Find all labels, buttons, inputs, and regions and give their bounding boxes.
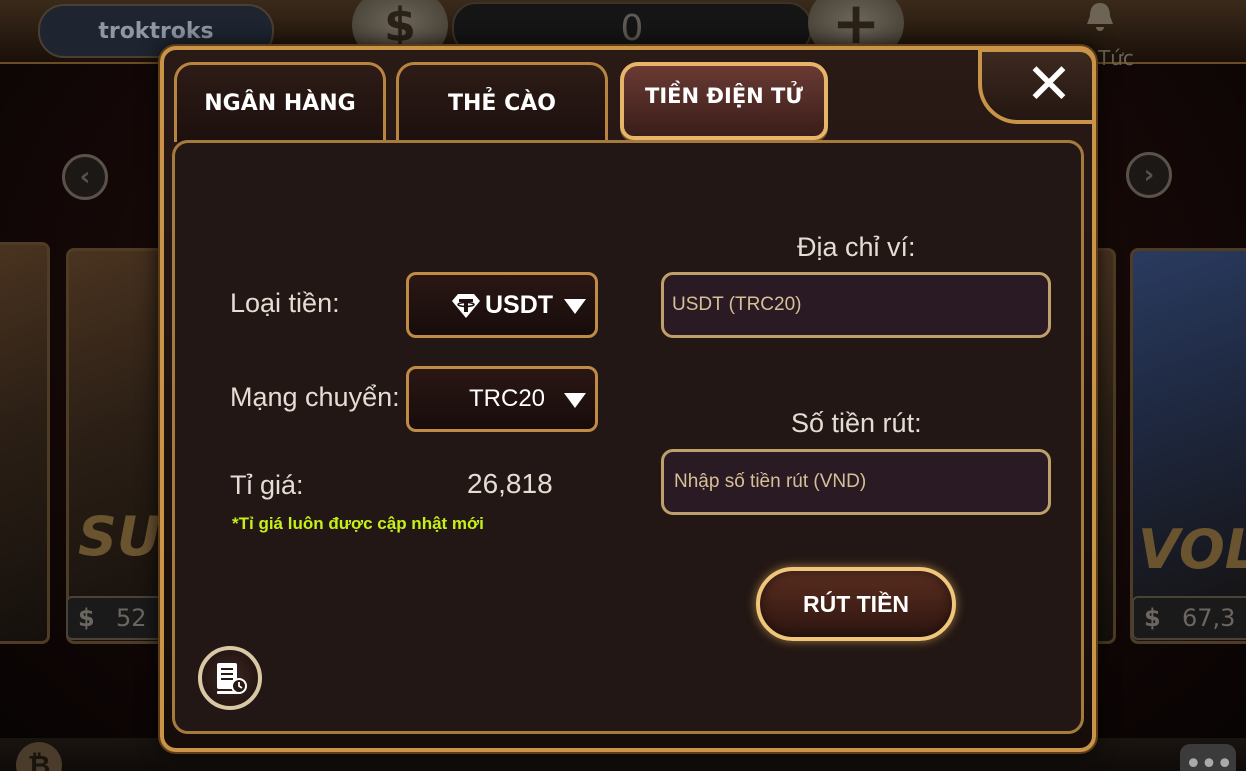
rate-label: Tỉ giá:	[230, 470, 304, 500]
prev-arrow-button[interactable]: ‹	[62, 154, 108, 200]
tether-icon	[452, 294, 480, 318]
dollar-icon: $	[78, 604, 95, 632]
network-label: Mạng chuyển:	[230, 382, 400, 412]
game-card[interactable]	[1130, 248, 1246, 644]
news-label[interactable]: Tức	[1098, 46, 1134, 70]
rate-note: *Tỉ giá luôn được cập nhật mới	[232, 514, 484, 533]
game-card[interactable]	[0, 242, 50, 644]
game-card[interactable]	[66, 248, 172, 644]
withdraw-amount-label: Số tiền rút:	[791, 408, 922, 438]
crypto-withdraw-panel	[172, 140, 1084, 734]
withdraw-amount-field[interactable]	[661, 449, 1051, 515]
history-icon	[217, 663, 247, 694]
bell-icon[interactable]	[1080, 0, 1120, 36]
history-button[interactable]	[198, 646, 262, 710]
currency-select[interactable]: USDT	[406, 272, 598, 338]
rate-value: 26,818	[467, 468, 553, 499]
game-card-price-value: 67,3	[1182, 604, 1236, 632]
screen: troktroks $ 0 + Tức ‹ › SU $ 52 VOL $ 67…	[0, 0, 1246, 771]
tab-scratch-card[interactable]: THẺ CÀO	[396, 62, 608, 142]
network-select-value: TRC20	[469, 385, 546, 412]
more-icon[interactable]: •••	[1180, 744, 1236, 771]
tab-crypto[interactable]: TIỀN ĐIỆN TỬ	[620, 62, 828, 140]
close-icon[interactable]: ✕	[1018, 56, 1080, 114]
game-card-price: $ 52	[66, 596, 170, 640]
chevron-down-icon	[564, 299, 586, 314]
wallet-address-value: USDT (TRC20)	[672, 294, 802, 315]
withdraw-button[interactable]: RÚT TIỀN	[756, 567, 956, 641]
next-arrow-button[interactable]: ›	[1126, 152, 1172, 198]
game-card-price-value: 52	[116, 604, 147, 632]
wallet-address-field[interactable]: USDT (TRC20)	[661, 272, 1051, 338]
currency-select-value: USDT	[485, 290, 554, 319]
network-select[interactable]: TRC20	[406, 366, 598, 432]
dollar-icon: $	[1144, 604, 1161, 632]
wallet-address-label: Địa chỉ ví:	[797, 232, 916, 262]
withdraw-amount-input[interactable]	[672, 470, 1048, 494]
game-card-price: $ 67,3	[1132, 596, 1246, 640]
game-card-title: SU	[78, 505, 161, 568]
tab-bank[interactable]: NGÂN HÀNG	[174, 62, 386, 142]
game-card-title: VOL	[1138, 518, 1246, 581]
chevron-down-icon	[564, 393, 586, 408]
currency-label: Loại tiền:	[230, 288, 340, 318]
